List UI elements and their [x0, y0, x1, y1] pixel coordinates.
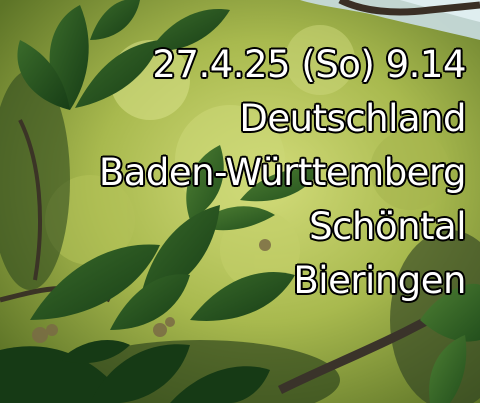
locality-label: Bieringen — [293, 259, 466, 302]
state-label: Baden-Württemberg — [98, 151, 467, 194]
municipality-label: Schöntal — [309, 205, 466, 248]
datetime-label: 27.4.25 (So) 9.14 — [152, 43, 466, 86]
country-label: Deutschland — [239, 97, 466, 140]
location-timestamp-overlay: 27.4.25 (So) 9.14 Deutschland Baden-Würt… — [98, 38, 467, 308]
